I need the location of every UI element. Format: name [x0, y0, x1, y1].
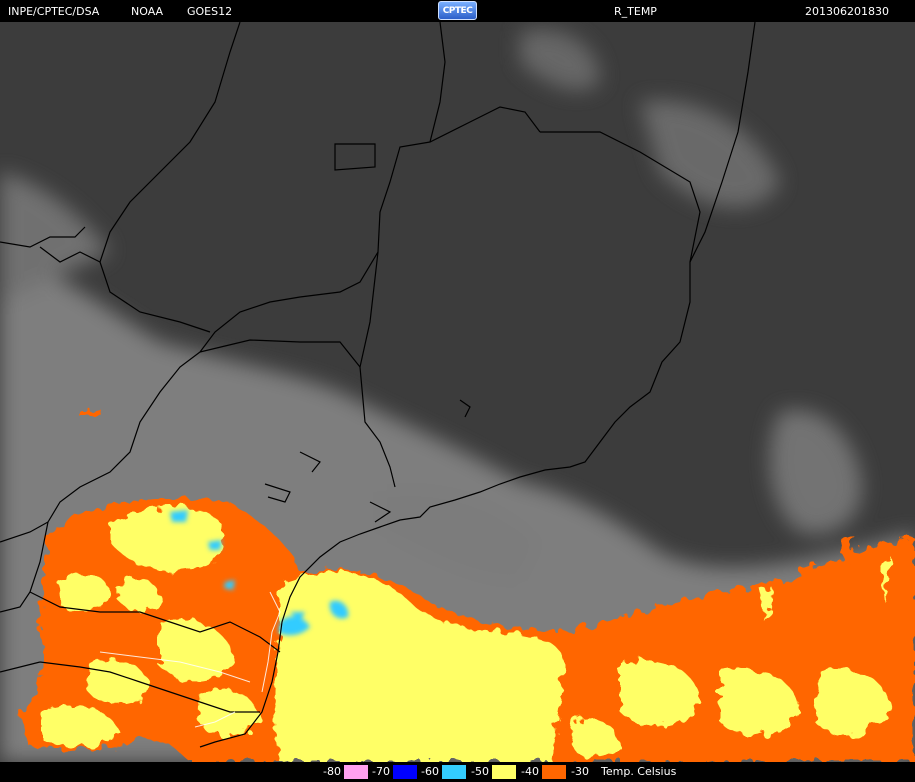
- agency-label: INPE/CPTEC/DSA: [8, 5, 100, 18]
- source-label: NOAA: [131, 5, 164, 18]
- legend-label: -50: [468, 765, 492, 779]
- cptec-logo: CPTEC: [438, 1, 477, 20]
- legend-swatch: [442, 765, 466, 779]
- legend-swatch: [393, 765, 417, 779]
- header-bar: INPE/CPTEC/DSA NOAA GOES12 CPTEC R_TEMP …: [0, 0, 915, 22]
- legend-label: -60: [418, 765, 442, 779]
- legend-swatch: [492, 765, 516, 779]
- satellite-label: GOES12: [187, 5, 233, 18]
- legend-swatch: [542, 765, 566, 779]
- legend-label: -80: [320, 765, 344, 779]
- legend-unit: Temp. Celsius: [601, 765, 677, 778]
- legend-label: -40: [518, 765, 542, 779]
- legend-label: -70: [369, 765, 393, 779]
- temperature-legend: -80 -70 -60 -50 -40 -30 Temp. Celsius: [0, 762, 915, 782]
- satellite-map: [0, 22, 915, 762]
- timestamp-label: 201306201830: [805, 5, 889, 18]
- product-label: R_TEMP: [614, 5, 657, 18]
- legend-swatch: [344, 765, 368, 779]
- legend-label: -30: [568, 765, 592, 779]
